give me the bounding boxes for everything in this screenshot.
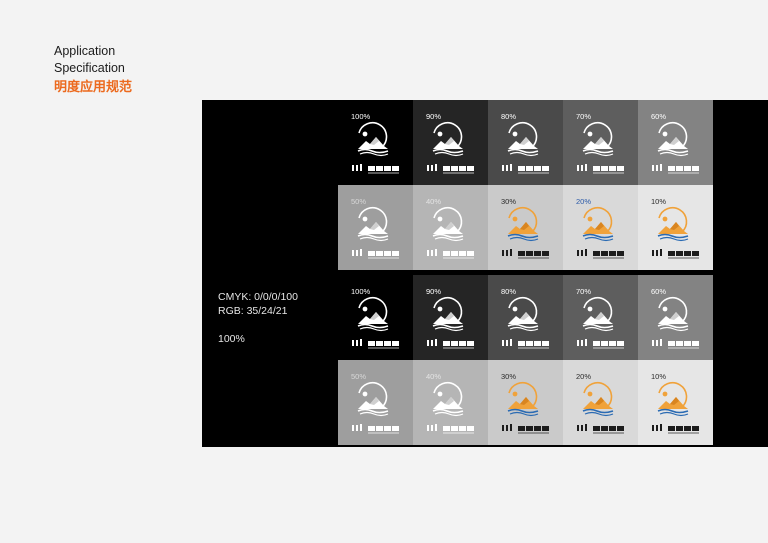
- base-percent: 100%: [218, 333, 245, 345]
- swatch-percent-label: 80%: [501, 287, 517, 296]
- swatch-percent-label: 60%: [651, 287, 667, 296]
- swatch-tile: 40%: [413, 185, 488, 270]
- swatch-tile: 20%: [563, 185, 638, 270]
- swatch-tile: 60%: [638, 100, 713, 185]
- brand-logo-icon: [652, 206, 699, 259]
- swatch-tile: 100%: [338, 100, 413, 185]
- swatch-tile: 90%: [413, 275, 488, 360]
- swatch-percent-label: 90%: [426, 112, 442, 121]
- swatch-percent-label: 80%: [501, 112, 517, 121]
- swatch-tile: 90%: [413, 100, 488, 185]
- brand-logo-icon: [577, 206, 624, 259]
- cmyk-value: CMYK: 0/0/0/100: [218, 291, 298, 303]
- brand-logo-icon: [427, 296, 474, 349]
- brand-logo-icon: [652, 121, 699, 174]
- swatch-tile: 30%: [488, 185, 563, 270]
- swatch-percent-label: 40%: [426, 372, 442, 381]
- swatch-tile: 80%: [488, 275, 563, 360]
- brand-logo-icon: [502, 206, 549, 259]
- brand-logo-icon: [577, 381, 624, 434]
- swatch-percent-label: 40%: [426, 197, 442, 206]
- brand-logo-icon: [427, 381, 474, 434]
- swatch-tile: 10%: [638, 185, 713, 270]
- swatch-tile: 70%: [563, 100, 638, 185]
- swatch-percent-label: 20%: [576, 197, 592, 206]
- swatch-percent-label: 20%: [576, 372, 592, 381]
- swatch-tile: 50%: [338, 185, 413, 270]
- brand-logo-icon: [352, 121, 399, 174]
- brand-logo-icon: [352, 296, 399, 349]
- swatch-percent-label: 10%: [651, 197, 667, 206]
- swatch-tile: 100%: [338, 275, 413, 360]
- rgb-value: RGB: 35/24/21: [218, 305, 288, 317]
- swatch-percent-label: 70%: [576, 287, 592, 296]
- swatch-percent-label: 100%: [351, 287, 371, 296]
- swatch-tile: 10%: [638, 360, 713, 445]
- swatch-percent-label: 70%: [576, 112, 592, 121]
- brightness-spec-board: CMYK: 0/0/0/100 RGB: 35/24/21 100% 100% …: [202, 100, 768, 447]
- brand-logo-icon: [502, 296, 549, 349]
- swatch-tile: 30%: [488, 360, 563, 445]
- brand-logo-icon: [652, 296, 699, 349]
- brand-logo-icon: [502, 121, 549, 174]
- brand-logo-icon: [577, 121, 624, 174]
- swatch-percent-label: 30%: [501, 197, 517, 206]
- swatch-percent-label: 30%: [501, 372, 517, 381]
- swatch-percent-label: 100%: [351, 112, 371, 121]
- swatch-percent-label: 50%: [351, 197, 367, 206]
- swatch-percent-label: 10%: [651, 372, 667, 381]
- brand-logo-icon: [352, 381, 399, 434]
- page-heading: Application Specification 明度应用规范: [54, 43, 132, 97]
- brand-logo-icon: [352, 206, 399, 259]
- swatch-tile: 40%: [413, 360, 488, 445]
- color-info: CMYK: 0/0/0/100 RGB: 35/24/21 100%: [218, 290, 298, 346]
- swatch-percent-label: 90%: [426, 287, 442, 296]
- swatch-tile: 50%: [338, 360, 413, 445]
- heading-line-2: Specification: [54, 61, 125, 75]
- brand-logo-icon: [577, 296, 624, 349]
- brand-logo-icon: [427, 206, 474, 259]
- swatch-tile: 70%: [563, 275, 638, 360]
- swatch-tile: 80%: [488, 100, 563, 185]
- heading-line-1: Application: [54, 44, 116, 58]
- swatch-percent-label: 50%: [351, 372, 367, 381]
- swatch-percent-label: 60%: [651, 112, 667, 121]
- swatch-tile: 60%: [638, 275, 713, 360]
- brand-logo-icon: [427, 121, 474, 174]
- brand-logo-icon: [652, 381, 699, 434]
- brand-logo-icon: [502, 381, 549, 434]
- heading-chinese-title: 明度应用规范: [54, 80, 133, 95]
- swatch-tile: 20%: [563, 360, 638, 445]
